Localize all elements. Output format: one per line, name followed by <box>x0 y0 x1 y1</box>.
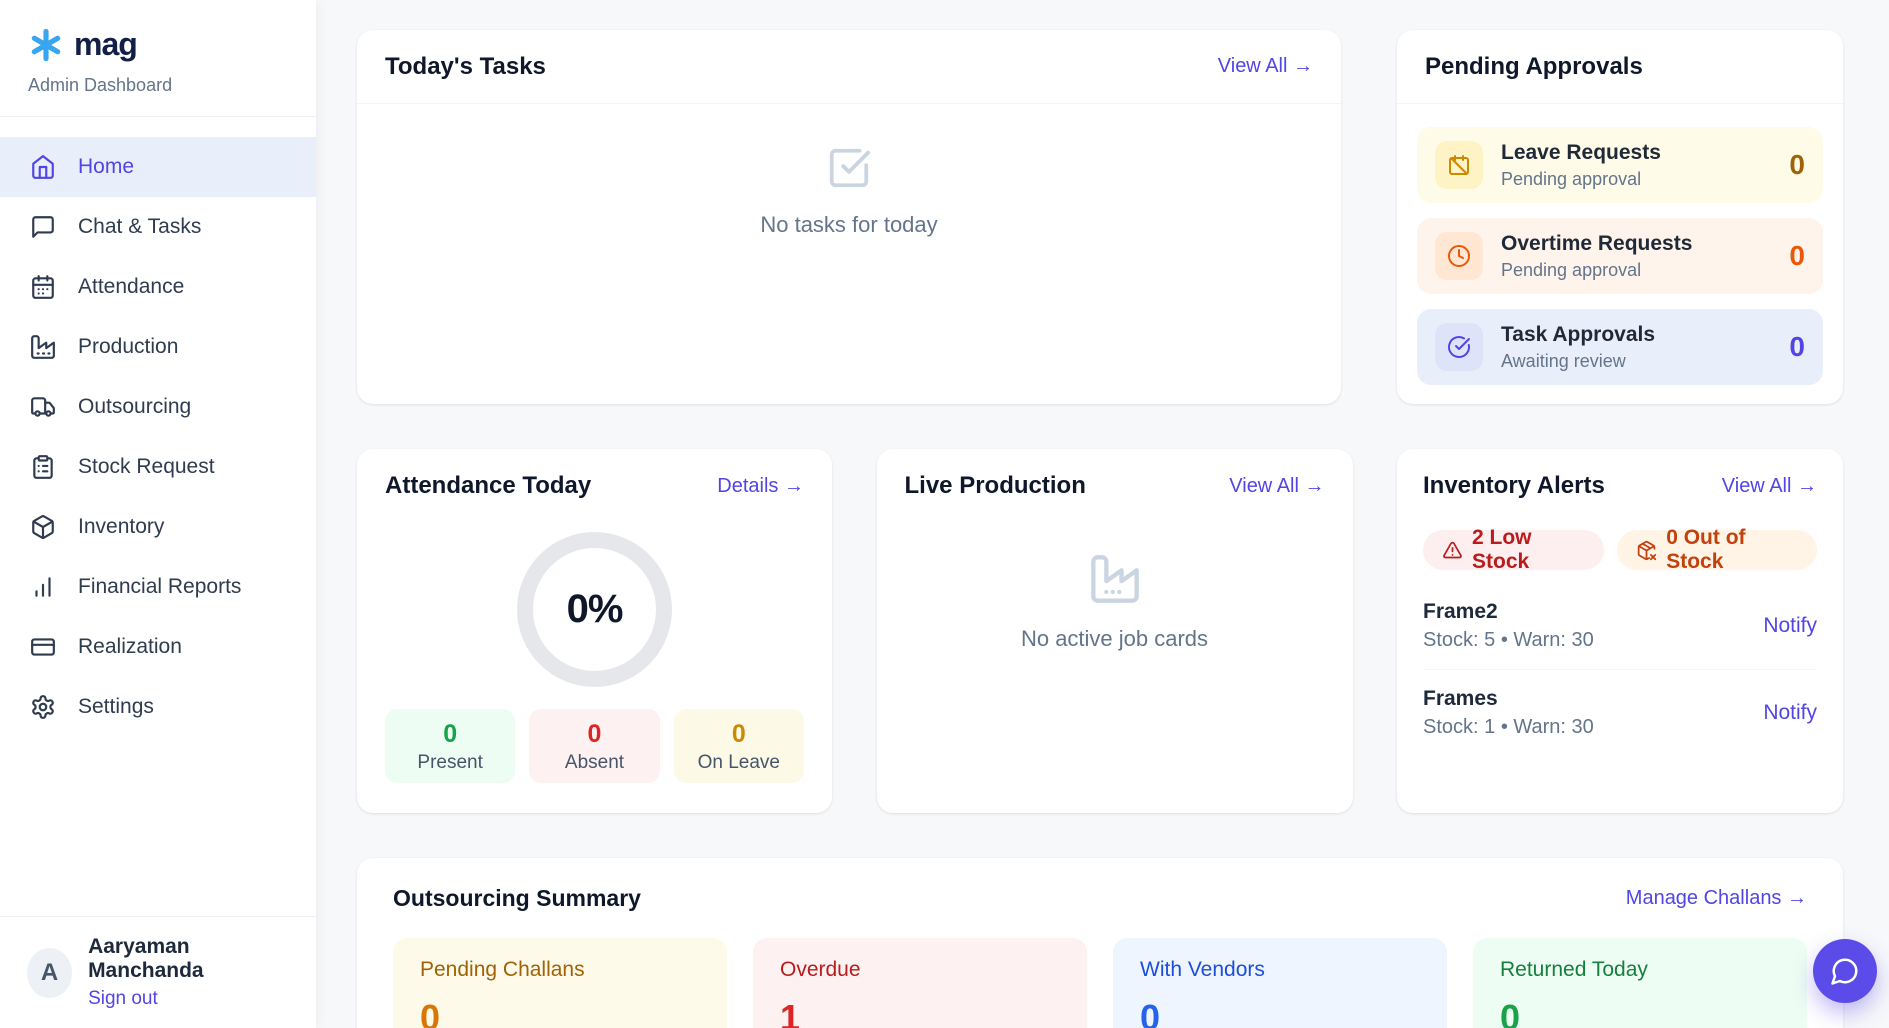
sidebar-item-label: Production <box>78 335 178 359</box>
sidebar-item-label: Financial Reports <box>78 575 241 599</box>
calendar-icon <box>30 274 56 300</box>
clipboard-icon <box>30 454 56 480</box>
sidebar-item-stock-request[interactable]: Stock Request <box>0 437 316 497</box>
tasks-empty-text: No tasks for today <box>357 212 1341 238</box>
alert-triangle-icon <box>1442 540 1463 561</box>
sidebar-item-attendance[interactable]: Attendance <box>0 257 316 317</box>
tasks-empty-state: No tasks for today <box>357 104 1341 238</box>
returned-today-stat: Returned Today 0 <box>1473 938 1807 1028</box>
avatar: A <box>27 948 72 998</box>
sidebar-item-label: Stock Request <box>78 455 215 479</box>
check-square-icon <box>826 178 872 195</box>
production-empty-state: No active job cards <box>877 523 1353 652</box>
task-approvals-row[interactable]: Task Approvals Awaiting review 0 <box>1417 309 1823 385</box>
production-card-title: Live Production <box>905 472 1086 500</box>
attendance-percent: 0% <box>567 587 623 632</box>
sidebar-subtitle: Admin Dashboard <box>0 67 316 117</box>
chat-fab-button[interactable] <box>1813 939 1877 1003</box>
attendance-details-link[interactable]: Details → <box>717 475 804 498</box>
user-name: Aaryaman Manchanda <box>88 935 289 983</box>
pending-approvals-card: Pending Approvals Leave Requests Pending… <box>1397 30 1843 404</box>
circle-check-icon <box>1435 323 1483 371</box>
production-empty-text: No active job cards <box>877 626 1353 652</box>
pending-challans-stat: Pending Challans 0 <box>393 938 727 1028</box>
sidebar-item-label: Settings <box>78 695 154 719</box>
clock-icon <box>1435 232 1483 280</box>
production-view-all-link[interactable]: View All → <box>1229 475 1324 498</box>
notify-button[interactable]: Notify <box>1763 614 1817 638</box>
sidebar-item-label: Attendance <box>78 275 184 299</box>
with-vendors-stat: With Vendors 0 <box>1113 938 1447 1028</box>
sidebar-item-chat-tasks[interactable]: Chat & Tasks <box>0 197 316 257</box>
sidebar-item-inventory[interactable]: Inventory <box>0 497 316 557</box>
tasks-card-title: Today's Tasks <box>385 53 546 81</box>
present-stat: 0 Present <box>385 709 515 783</box>
inventory-item-row: Frame2 Stock: 5 • Warn: 30 Notify <box>1423 583 1817 669</box>
sidebar-item-outsourcing[interactable]: Outsourcing <box>0 377 316 437</box>
approvals-card-title: Pending Approvals <box>1425 53 1643 81</box>
live-production-card: Live Production View All → No active job… <box>877 449 1353 813</box>
package-x-icon <box>1636 540 1657 561</box>
leave-requests-count: 0 <box>1789 149 1805 181</box>
app-root: mag Admin Dashboard Home Chat & Tasks A <box>0 0 1889 1028</box>
low-stock-badge: 2 Low Stock <box>1423 530 1604 570</box>
package-icon <box>30 514 56 540</box>
sidebar-item-financial-reports[interactable]: Financial Reports <box>0 557 316 617</box>
sidebar-item-realization[interactable]: Realization <box>0 617 316 677</box>
factory-icon <box>30 334 56 360</box>
bar-chart-icon <box>30 574 56 600</box>
message-circle-icon <box>1830 956 1860 986</box>
overtime-requests-row[interactable]: Overtime Requests Pending approval 0 <box>1417 218 1823 294</box>
leave-requests-row[interactable]: Leave Requests Pending approval 0 <box>1417 127 1823 203</box>
inventory-alerts-card: Inventory Alerts View All → 2 Low Stock <box>1397 449 1843 813</box>
out-of-stock-badge: 0 Out of Stock <box>1617 530 1817 570</box>
sidebar-item-production[interactable]: Production <box>0 317 316 377</box>
tasks-view-all-link[interactable]: View All → <box>1218 55 1313 78</box>
home-icon <box>30 154 56 180</box>
sidebar-item-label: Realization <box>78 635 182 659</box>
chat-icon <box>30 214 56 240</box>
inventory-card-title: Inventory Alerts <box>1423 472 1605 500</box>
sidebar-item-label: Home <box>78 155 134 179</box>
sidebar-item-label: Chat & Tasks <box>78 215 201 239</box>
on-leave-stat: 0 On Leave <box>674 709 804 783</box>
attendance-today-card: Attendance Today Details → 0% 0 Present … <box>357 449 832 813</box>
outsourcing-summary-card: Outsourcing Summary Manage Challans → Pe… <box>357 858 1843 1028</box>
main-content: Today's Tasks View All → No tasks for to… <box>316 0 1889 1028</box>
credit-card-icon <box>30 634 56 660</box>
sidebar-item-settings[interactable]: Settings <box>0 677 316 737</box>
truck-icon <box>30 394 56 420</box>
sidebar-item-label: Inventory <box>78 515 164 539</box>
absent-stat: 0 Absent <box>529 709 659 783</box>
user-box: A Aaryaman Manchanda Sign out <box>0 916 316 1028</box>
sidebar-item-label: Outsourcing <box>78 395 191 419</box>
gear-icon <box>30 694 56 720</box>
attendance-donut-chart: 0% <box>517 532 672 687</box>
mag-logo-icon <box>28 27 64 63</box>
sidebar: mag Admin Dashboard Home Chat & Tasks A <box>0 0 316 1028</box>
factory-icon <box>1089 592 1141 609</box>
outsourcing-card-title: Outsourcing Summary <box>393 885 641 912</box>
sidebar-nav: Home Chat & Tasks Attendance Production <box>0 117 316 916</box>
brand: mag <box>0 0 316 67</box>
sign-out-link[interactable]: Sign out <box>88 988 158 1010</box>
logo-text: mag <box>74 26 137 63</box>
notify-button[interactable]: Notify <box>1763 701 1817 725</box>
overtime-requests-count: 0 <box>1789 240 1805 272</box>
todays-tasks-card: Today's Tasks View All → No tasks for to… <box>357 30 1341 404</box>
calendar-off-icon <box>1435 141 1483 189</box>
sidebar-item-home[interactable]: Home <box>0 137 316 197</box>
task-approvals-count: 0 <box>1789 331 1805 363</box>
attendance-card-title: Attendance Today <box>385 472 591 500</box>
inventory-view-all-link[interactable]: View All → <box>1722 475 1817 498</box>
inventory-item-row: Frames Stock: 1 • Warn: 30 Notify <box>1423 669 1817 756</box>
overdue-stat: Overdue 1 <box>753 938 1087 1028</box>
manage-challans-link[interactable]: Manage Challans → <box>1626 887 1807 910</box>
